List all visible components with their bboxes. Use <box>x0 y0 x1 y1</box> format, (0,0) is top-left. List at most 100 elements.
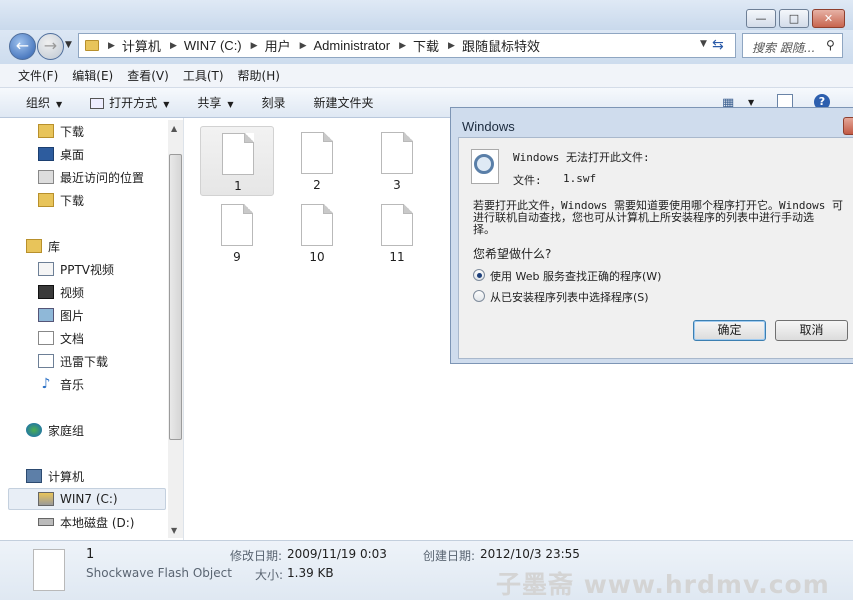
dialog-close-button[interactable] <box>843 117 853 135</box>
nav-item-music[interactable]: ♪ 音乐 <box>38 374 84 394</box>
burn-button[interactable]: 刻录 <box>262 94 286 111</box>
file-item[interactable]: 11 <box>360 198 434 268</box>
option-installed-list-label[interactable]: 从已安装程序列表中选择程序(S) <box>490 289 649 305</box>
share-label: 共享 <box>197 96 222 110</box>
nav-item-documents[interactable]: 文档 <box>38 328 84 348</box>
scroll-down-icon[interactable]: ▼ <box>171 526 177 535</box>
breadcrumb-computer[interactable]: 计算机 <box>122 36 161 55</box>
new-folder-button[interactable]: 新建文件夹 <box>314 94 374 111</box>
menu-bar: 文件(F) 编辑(E) 查看(V) 工具(T) 帮助(H) <box>0 64 853 88</box>
back-button[interactable]: ← <box>9 33 36 60</box>
file-item[interactable]: 1 <box>200 126 274 196</box>
breadcrumb-separator[interactable]: ▶ <box>108 41 115 51</box>
cancel-button[interactable]: 取消 <box>775 320 848 341</box>
menu-help[interactable]: 帮助(H) <box>238 67 280 84</box>
details-file-type: Shockwave Flash Object <box>86 566 232 580</box>
nav-item-downloads[interactable]: 下载 <box>38 121 84 141</box>
navigation-pane: 下载 桌面 最近访问的位置 下载 库 PPTV视频 视频 图片 文档 迅雷下载 … <box>0 118 184 540</box>
file-item[interactable]: 3 <box>360 126 434 196</box>
menu-view[interactable]: 查看(V) <box>127 67 169 84</box>
refresh-icon[interactable]: ⇆ <box>712 37 724 53</box>
menu-edit[interactable]: 编辑(E) <box>72 67 113 84</box>
maximize-button[interactable]: □ <box>779 9 809 28</box>
minimize-icon: — <box>755 12 767 25</box>
breadcrumb-separator[interactable]: ▶ <box>300 41 307 51</box>
file-name: 9 <box>233 250 241 264</box>
chevron-down-icon: ▼ <box>56 100 63 109</box>
nav-scrollbar[interactable]: ▲ ▼ <box>168 120 183 538</box>
option-installed-list-radio[interactable] <box>473 290 485 302</box>
nav-item-libraries[interactable]: 库 <box>26 236 60 256</box>
window-titlebar: — □ ✕ <box>0 0 853 30</box>
minimize-button[interactable]: — <box>746 9 776 28</box>
breadcrumb-downloads[interactable]: 下载 <box>413 36 439 55</box>
nav-item-recent-places[interactable]: 最近访问的位置 <box>38 167 144 187</box>
video-library-icon <box>38 262 54 276</box>
nav-label: 视频 <box>60 285 85 300</box>
file-icon <box>301 132 333 174</box>
nav-label: 下载 <box>60 124 85 139</box>
file-item[interactable]: 10 <box>280 198 354 268</box>
nav-label: 图片 <box>60 308 85 323</box>
file-name: 10 <box>309 250 325 264</box>
magnifier-icon <box>474 154 494 174</box>
organize-button[interactable]: 组织 ▼ <box>26 94 62 111</box>
nav-item-pptv[interactable]: PPTV视频 <box>38 259 114 279</box>
open-with-button[interactable]: 打开方式 ▼ <box>90 94 169 111</box>
share-button[interactable]: 共享 ▼ <box>197 94 233 111</box>
nav-item-homegroup[interactable]: 家庭组 <box>26 420 84 440</box>
option-web-service-label[interactable]: 使用 Web 服务查找正确的程序(W) <box>490 268 661 284</box>
nav-label: 音乐 <box>60 377 85 392</box>
breadcrumb-separator[interactable]: ▶ <box>448 41 455 51</box>
scrollbar-thumb[interactable] <box>169 154 182 440</box>
breadcrumb-separator[interactable]: ▶ <box>251 41 258 51</box>
download-library-icon <box>38 354 54 368</box>
recent-pages-dropdown[interactable]: ▼ <box>65 40 72 50</box>
dialog-file-label: 文件: <box>513 174 542 187</box>
menu-tools[interactable]: 工具(T) <box>183 67 224 84</box>
breadcrumb-users[interactable]: 用户 <box>265 36 291 55</box>
file-name: 3 <box>393 178 401 192</box>
nav-label: 库 <box>48 239 61 254</box>
file-item[interactable]: 2 <box>280 126 354 196</box>
nav-item-drive-d[interactable]: 本地磁盘 (D:) <box>38 512 134 532</box>
document-icon <box>38 331 54 345</box>
breadcrumb-separator[interactable]: ▶ <box>170 41 177 51</box>
menu-file[interactable]: 文件(F) <box>18 67 58 84</box>
nav-item-drive-c[interactable]: WIN7 (C:) <box>38 489 118 509</box>
download-folder-icon <box>38 124 54 138</box>
nav-item-computer[interactable]: 计算机 <box>26 466 84 486</box>
nav-item-desktop[interactable]: 桌面 <box>38 144 84 164</box>
ok-button[interactable]: 确定 <box>693 320 766 341</box>
breadcrumb-administrator[interactable]: Administrator <box>314 38 391 53</box>
nav-item-videos[interactable]: 视频 <box>38 282 84 302</box>
address-history-dropdown[interactable]: ▼ <box>700 39 707 49</box>
file-item[interactable]: 9 <box>200 198 274 268</box>
scroll-up-icon[interactable]: ▲ <box>171 124 177 133</box>
file-name: 1 <box>234 179 242 193</box>
folder-icon <box>85 40 99 51</box>
address-bar[interactable]: ▶ 计算机 ▶ WIN7 (C:) ▶ 用户 ▶ Administrator ▶… <box>78 33 736 58</box>
close-button[interactable]: ✕ <box>812 9 845 28</box>
dialog-body-text: 择。 <box>473 223 495 236</box>
search-icon[interactable]: ⚲ <box>826 38 835 52</box>
watermark: 子墨斋 www.hrdmv.com <box>496 570 830 599</box>
option-web-service-radio[interactable] <box>473 269 485 281</box>
library-icon <box>26 239 42 253</box>
nav-label: 计算机 <box>48 469 85 484</box>
breadcrumb-drive[interactable]: WIN7 (C:) <box>184 38 242 53</box>
forward-button[interactable]: → <box>37 33 64 60</box>
view-options-dropdown[interactable]: ▼ <box>748 98 754 107</box>
hard-drive-icon <box>38 518 54 526</box>
breadcrumb-current-folder[interactable]: 跟随鼠标特效 <box>462 36 540 55</box>
file-icon <box>381 132 413 174</box>
maximize-icon: □ <box>788 12 800 25</box>
nav-item-downloads-2[interactable]: 下载 <box>38 190 84 210</box>
dialog-heading: Windows 无法打开此文件: <box>513 151 650 164</box>
film-icon <box>38 285 54 299</box>
details-created-value: 2012/10/3 23:55 <box>480 547 580 561</box>
nav-item-pictures[interactable]: 图片 <box>38 305 84 325</box>
nav-item-thunder-downloads[interactable]: 迅雷下载 <box>38 351 108 371</box>
breadcrumb-separator[interactable]: ▶ <box>399 41 406 51</box>
unknown-file-icon <box>471 149 499 184</box>
